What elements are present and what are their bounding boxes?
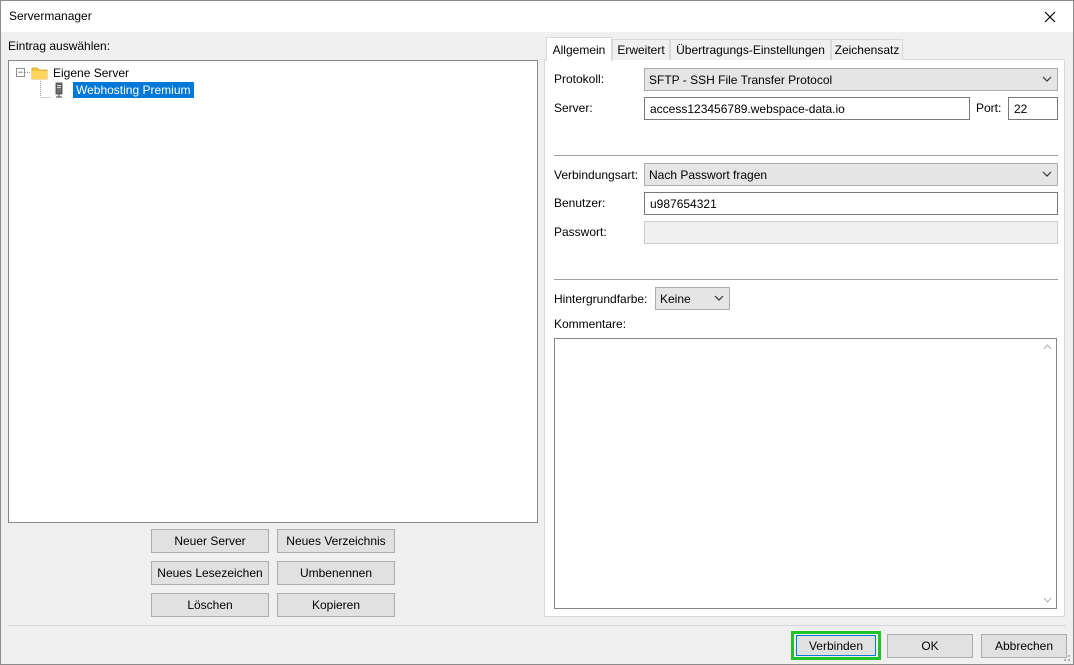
chevron-down-icon xyxy=(1042,76,1052,82)
delete-button[interactable]: Löschen xyxy=(151,593,269,617)
logon-type-select[interactable]: Nach Passwort fragen xyxy=(644,163,1058,186)
protocol-value: SFTP - SSH File Transfer Protocol xyxy=(649,72,833,87)
chevron-down-icon xyxy=(1042,171,1052,177)
server-icon xyxy=(55,82,63,97)
select-entry-label: Eintrag auswählen: xyxy=(8,39,111,53)
port-value: 22 xyxy=(1014,101,1028,116)
comments-scrollbar[interactable] xyxy=(1039,339,1056,608)
chevron-down-icon xyxy=(714,295,724,301)
background-color-label: Hintergrundfarbe: xyxy=(554,292,648,306)
divider xyxy=(554,155,1058,156)
tree-child-label: Webhosting Premium xyxy=(73,81,194,98)
user-field[interactable]: u987654321 xyxy=(644,192,1058,215)
footer-divider xyxy=(8,625,1066,626)
protocol-select[interactable]: SFTP - SSH File Transfer Protocol xyxy=(644,68,1058,91)
comments-textarea[interactable] xyxy=(554,338,1057,609)
tab-advanced[interactable]: Erweitert xyxy=(612,39,670,60)
background-color-select[interactable]: Keine xyxy=(655,287,730,310)
new-server-button[interactable]: Neuer Server xyxy=(151,529,269,553)
password-field xyxy=(644,221,1058,244)
comments-label: Kommentare: xyxy=(554,317,627,331)
protocol-label: Protokoll: xyxy=(554,72,605,86)
tab-transfer-settings[interactable]: Übertragungs-Einstellungen xyxy=(670,39,831,60)
server-manager-dialog: Servermanager Eintrag auswählen: − Eigen… xyxy=(0,0,1074,665)
tab-general[interactable]: Allgemein xyxy=(546,37,612,61)
server-tree[interactable]: − Eigene Server Webhosting Premium xyxy=(8,60,538,523)
password-label: Passwort: xyxy=(554,225,607,239)
background-color-value: Keine xyxy=(660,291,691,306)
port-label: Port: xyxy=(976,101,1002,115)
close-button[interactable] xyxy=(1027,1,1073,32)
server-value: access123456789.webspace-data.io xyxy=(650,101,845,116)
window-title: Servermanager xyxy=(9,9,92,23)
cancel-button[interactable]: Abbrechen xyxy=(981,634,1067,658)
logon-type-label: Verbindungsart: xyxy=(554,168,639,182)
port-field[interactable]: 22 xyxy=(1008,97,1058,120)
tree-item-webhosting[interactable]: Webhosting Premium xyxy=(54,81,194,98)
scroll-down-icon[interactable] xyxy=(1043,597,1052,603)
tab-charset[interactable]: Zeichensatz xyxy=(831,39,903,60)
server-label: Server: xyxy=(554,101,593,115)
resize-grip-icon[interactable] xyxy=(1061,652,1071,662)
new-bookmark-button[interactable]: Neues Lesezeichen xyxy=(151,561,269,585)
server-field[interactable]: access123456789.webspace-data.io xyxy=(644,97,970,120)
scroll-up-icon[interactable] xyxy=(1043,344,1052,350)
connect-button[interactable]: Verbinden xyxy=(796,635,876,656)
copy-button[interactable]: Kopieren xyxy=(277,593,395,617)
divider xyxy=(554,279,1058,280)
close-icon xyxy=(1044,11,1056,22)
ok-button[interactable]: OK xyxy=(887,634,973,658)
new-folder-button[interactable]: Neues Verzeichnis xyxy=(277,529,395,553)
user-value: u987654321 xyxy=(650,196,717,211)
rename-button[interactable]: Umbenennen xyxy=(277,561,395,585)
logon-type-value: Nach Passwort fragen xyxy=(649,167,768,182)
user-label: Benutzer: xyxy=(554,196,606,210)
title-bar: Servermanager xyxy=(1,1,1073,32)
